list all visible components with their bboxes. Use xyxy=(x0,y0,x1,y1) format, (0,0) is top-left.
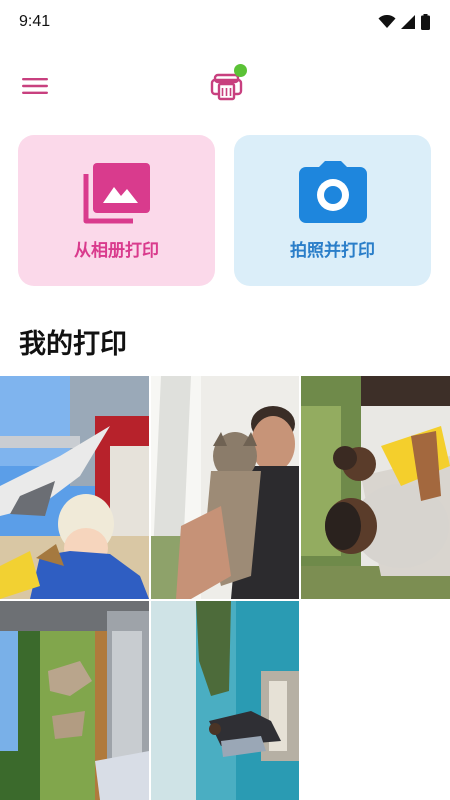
wifi-icon xyxy=(378,15,396,28)
camera-icon xyxy=(298,161,367,223)
battery-icon xyxy=(421,14,430,30)
my-prints-grid xyxy=(0,376,450,800)
photo-goats-on-grass xyxy=(0,601,149,800)
gallery-icon xyxy=(83,163,150,224)
menu-button[interactable] xyxy=(18,72,52,100)
status-time: 9:41 xyxy=(19,13,51,30)
print-from-album-label: 从相册打印 xyxy=(74,241,159,261)
photo-child-with-pigeon xyxy=(0,376,149,599)
printer-status-button[interactable] xyxy=(208,64,248,104)
photo-thumbnail-man-with-cat[interactable] xyxy=(151,376,299,599)
printer-connected-dot xyxy=(234,64,247,77)
app-bar xyxy=(0,60,450,112)
my-prints-title: 我的打印 xyxy=(19,329,127,360)
photo-couple-by-lake xyxy=(151,601,299,800)
photo-thumbnail-child-with-pigeon[interactable] xyxy=(0,376,149,599)
status-icons xyxy=(378,14,430,30)
cellular-signal-icon xyxy=(401,15,415,29)
take-photo-and-print-label: 拍照并打印 xyxy=(290,241,375,261)
photo-thumbnail-goats-on-grass[interactable] xyxy=(0,601,149,800)
hamburger-menu-icon xyxy=(22,78,48,94)
photo-thumbnail-father-and-daughter[interactable] xyxy=(301,376,450,599)
photo-thumbnail-couple-by-lake[interactable] xyxy=(151,601,299,800)
status-bar: 9:41 xyxy=(0,0,450,44)
photo-man-with-cat xyxy=(151,376,299,599)
print-from-album-button[interactable]: 从相册打印 xyxy=(18,135,215,286)
take-photo-and-print-button[interactable]: 拍照并打印 xyxy=(234,135,431,286)
photo-father-and-daughter xyxy=(301,376,450,599)
